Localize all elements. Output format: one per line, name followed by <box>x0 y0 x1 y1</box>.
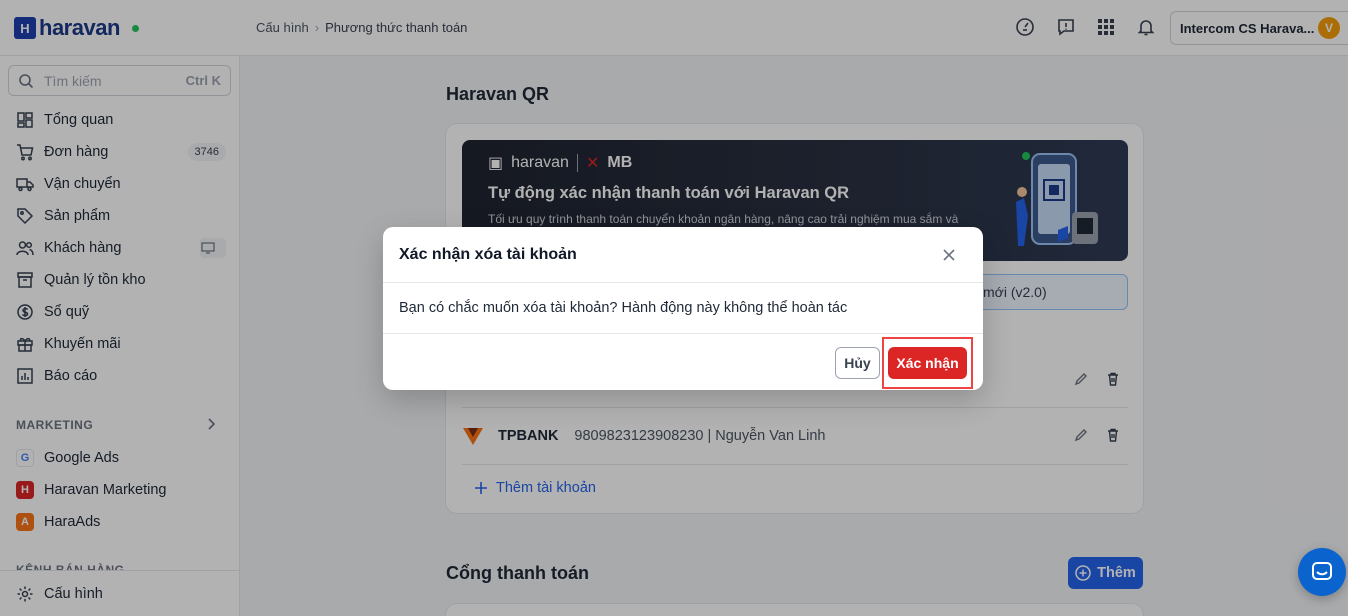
dialog-title: Xác nhận xóa tài khoản <box>399 245 577 263</box>
cancel-button[interactable]: Hủy <box>835 347 880 379</box>
dialog-header: Xác nhận xóa tài khoản <box>383 227 983 283</box>
close-icon[interactable] <box>935 241 963 269</box>
confirm-button[interactable]: Xác nhận <box>888 347 967 379</box>
chat-icon <box>1312 562 1332 580</box>
delete-account-dialog: Xác nhận xóa tài khoản Bạn có chắc muốn … <box>383 227 983 390</box>
chat-support-button[interactable] <box>1298 548 1346 596</box>
dialog-message: Bạn có chắc muốn xóa tài khoản? Hành độn… <box>399 300 848 316</box>
dialog-footer: Hủy Xác nhận <box>383 333 983 390</box>
